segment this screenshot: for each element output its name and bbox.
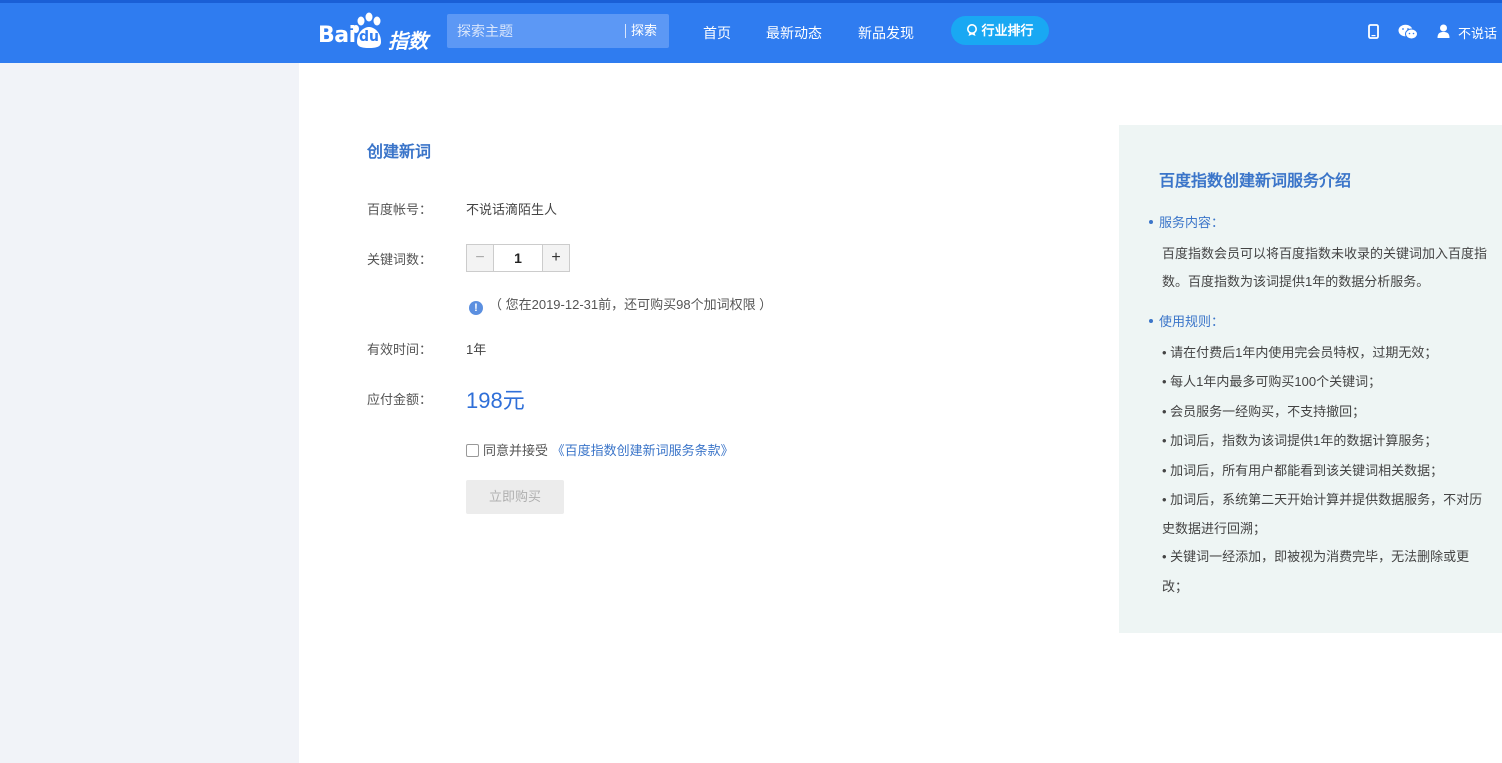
rule-line: • 关键词一经添加，即被视为消费完毕，无法删除或更 [1162, 549, 1470, 564]
panel-title: 百度指数创建新词服务介绍 [1159, 173, 1352, 190]
rule-line: • 加词后，系统第二天开始计算并提供数据服务，不对历 [1162, 492, 1483, 507]
service-line: 数。百度指数为该词提供1年的数据分析服务。 [1162, 274, 1430, 289]
rule-line: • 每人1年内最多可购买100个关键词； [1162, 374, 1382, 389]
rule-line: • 加词后，所有用户都能看到该关键词相关数据； [1162, 463, 1444, 478]
valid-time-label: 有效时间： [367, 342, 433, 357]
service-line: 百度指数会员可以将百度指数未收录的关键词加入百度指 [1162, 246, 1488, 261]
top-navbar: Bai du 指数 探索 首页 最新动态 新品发现 行业排行 [0, 0, 1502, 63]
service-intro-panel: 百度指数创建新词服务介绍 服务内容： 百度指数会员可以将百度指数未收录的关键词加… [1119, 125, 1502, 633]
logo-zhishu: 指数 [388, 31, 428, 53]
nav-new-products[interactable]: 新品发现 [858, 24, 914, 42]
purchase-limit-tip: ! （ 您在2019-12-31前，还可购买98个加词权限 ） [469, 294, 772, 315]
rules-heading-text: 使用规则： [1159, 314, 1225, 329]
keyword-count-input[interactable]: 1 [494, 245, 542, 271]
purchase-limit-text: （ 您在2019-12-31前，还可购买98个加词权限 ） [489, 297, 773, 312]
account-value: 不说话滴陌生人 [466, 202, 558, 217]
agree-checkbox[interactable] [466, 444, 479, 457]
amount-label: 应付金额： [367, 392, 433, 407]
keyword-count-label: 关键词数： [367, 252, 433, 267]
increment-button[interactable]: + [542, 245, 569, 271]
rule-line: 史数据进行回溯； [1162, 521, 1267, 536]
service-heading: 服务内容： [1149, 212, 1224, 231]
search-button[interactable]: 探索 [631, 14, 657, 48]
keyword-count-stepper: − 1 + [466, 244, 570, 272]
bullet-dot [1149, 220, 1153, 224]
rule-line: • 请在付费后1年内使用完会员特权，过期无效； [1162, 345, 1438, 360]
rank-button-label: 行业排行 [981, 23, 1034, 38]
industry-ranking-button[interactable]: 行业排行 [951, 16, 1049, 45]
rules-heading: 使用规则： [1149, 311, 1224, 330]
account-label: 百度帐号： [367, 202, 433, 217]
valid-time-value: 1年 [466, 342, 487, 357]
logo-bai: Bai [318, 23, 356, 48]
page-title: 创建新词 [367, 144, 432, 161]
agree-text: 同意并接受 [483, 443, 549, 458]
rule-line: • 加词后，指数为该词提供1年的数据计算服务； [1162, 433, 1438, 448]
rank-icon [967, 24, 978, 36]
search-input[interactable] [447, 14, 623, 48]
user-name-link[interactable]: 不说话 [1458, 23, 1497, 42]
rule-line: • 会员服务一经购买，不支持撤回； [1162, 404, 1366, 419]
terms-link[interactable]: 《百度指数创建新词服务条款》 [552, 443, 734, 458]
bullet-dot [1149, 319, 1153, 323]
info-icon: ! [469, 301, 483, 315]
user-icon[interactable] [1437, 24, 1450, 38]
mobile-icon[interactable] [1368, 24, 1379, 39]
agreement-row: 同意并接受 《百度指数创建新词服务条款》 [466, 440, 734, 459]
search-divider [625, 24, 626, 38]
amount-value: 198元 [466, 388, 525, 413]
wechat-icon[interactable] [1398, 24, 1418, 40]
search-box: 探索 [447, 14, 669, 48]
baidu-index-logo[interactable]: Bai du 指数 [318, 12, 428, 53]
nav-home[interactable]: 首页 [703, 24, 731, 42]
nav-latest-news[interactable]: 最新动态 [766, 24, 822, 42]
service-heading-text: 服务内容： [1159, 215, 1225, 230]
decrement-button[interactable]: − [467, 245, 494, 271]
logo-du: du [359, 29, 379, 45]
rule-line: 改； [1162, 579, 1189, 594]
buy-now-button[interactable]: 立即购买 [466, 480, 564, 514]
